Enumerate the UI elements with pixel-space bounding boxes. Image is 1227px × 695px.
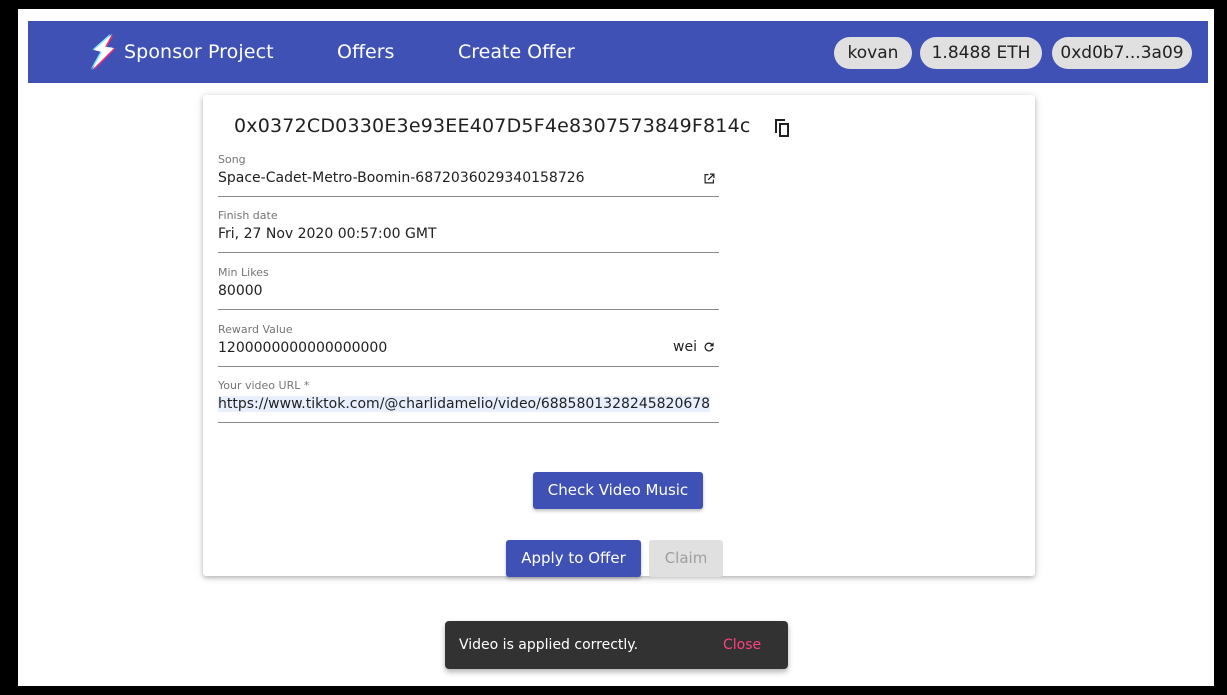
offer-address-row: 0x0372CD0330E3e93EE407D5F4e8307573849F81…: [234, 111, 751, 141]
copy-icon[interactable]: [773, 118, 791, 138]
min-likes-value: 80000: [218, 283, 263, 299]
apply-to-offer-button[interactable]: Apply to Offer: [506, 540, 641, 577]
brand-name: Sponsor Project: [124, 41, 274, 63]
offer-address: 0x0372CD0330E3e93EE407D5F4e8307573849F81…: [234, 115, 751, 137]
unit-toggle[interactable]: wei: [673, 339, 715, 355]
unit-label: wei: [673, 339, 697, 355]
offer-card: 0x0372CD0330E3e93EE407D5F4e8307573849F81…: [203, 95, 1035, 577]
snackbar-close-button[interactable]: Close: [723, 621, 761, 669]
nav-offers-link[interactable]: Offers: [337, 21, 394, 83]
song-label: Song: [218, 153, 246, 166]
video-url-field[interactable]: Your video URL * https://www.tiktok.com/…: [218, 379, 719, 423]
claim-button[interactable]: Claim: [649, 540, 723, 577]
brand-link[interactable]: Sponsor Project: [88, 21, 274, 83]
video-url-label: Your video URL *: [218, 379, 310, 392]
finish-date-field[interactable]: Finish date Fri, 27 Nov 2020 00:57:00 GM…: [218, 209, 719, 253]
min-likes-field[interactable]: Min Likes 80000: [218, 266, 719, 310]
check-video-music-button[interactable]: Check Video Music: [533, 472, 703, 509]
account-chip[interactable]: 0xd0b7...3a09: [1052, 37, 1192, 69]
snackbar-message: Video is applied correctly.: [459, 637, 639, 653]
refresh-icon[interactable]: [703, 341, 715, 353]
nav-create-offer-link[interactable]: Create Offer: [458, 21, 575, 83]
app-window: Sponsor Project Offers Create Offer kova…: [18, 9, 1214, 686]
top-app-bar: Sponsor Project Offers Create Offer kova…: [28, 21, 1208, 83]
lightning-logo-icon: [90, 33, 116, 71]
reward-value-field[interactable]: Reward Value 1200000000000000000 wei: [218, 323, 719, 367]
video-url-input[interactable]: https://www.tiktok.com/@charlidamelio/vi…: [218, 396, 711, 412]
snackbar: Video is applied correctly. Close: [445, 621, 788, 669]
finish-date-label: Finish date: [218, 209, 278, 222]
song-value: Space-Cadet-Metro-Boomin-687203602934015…: [218, 170, 585, 186]
network-chip[interactable]: kovan: [834, 37, 912, 69]
min-likes-label: Min Likes: [218, 266, 269, 279]
reward-value-label: Reward Value: [218, 323, 293, 336]
reward-value: 1200000000000000000: [218, 340, 388, 356]
song-field[interactable]: Song Space-Cadet-Metro-Boomin-6872036029…: [218, 153, 719, 197]
finish-date-value: Fri, 27 Nov 2020 00:57:00 GMT: [218, 226, 437, 242]
balance-chip[interactable]: 1.8488 ETH: [920, 37, 1042, 69]
open-in-new-icon[interactable]: [703, 172, 716, 185]
